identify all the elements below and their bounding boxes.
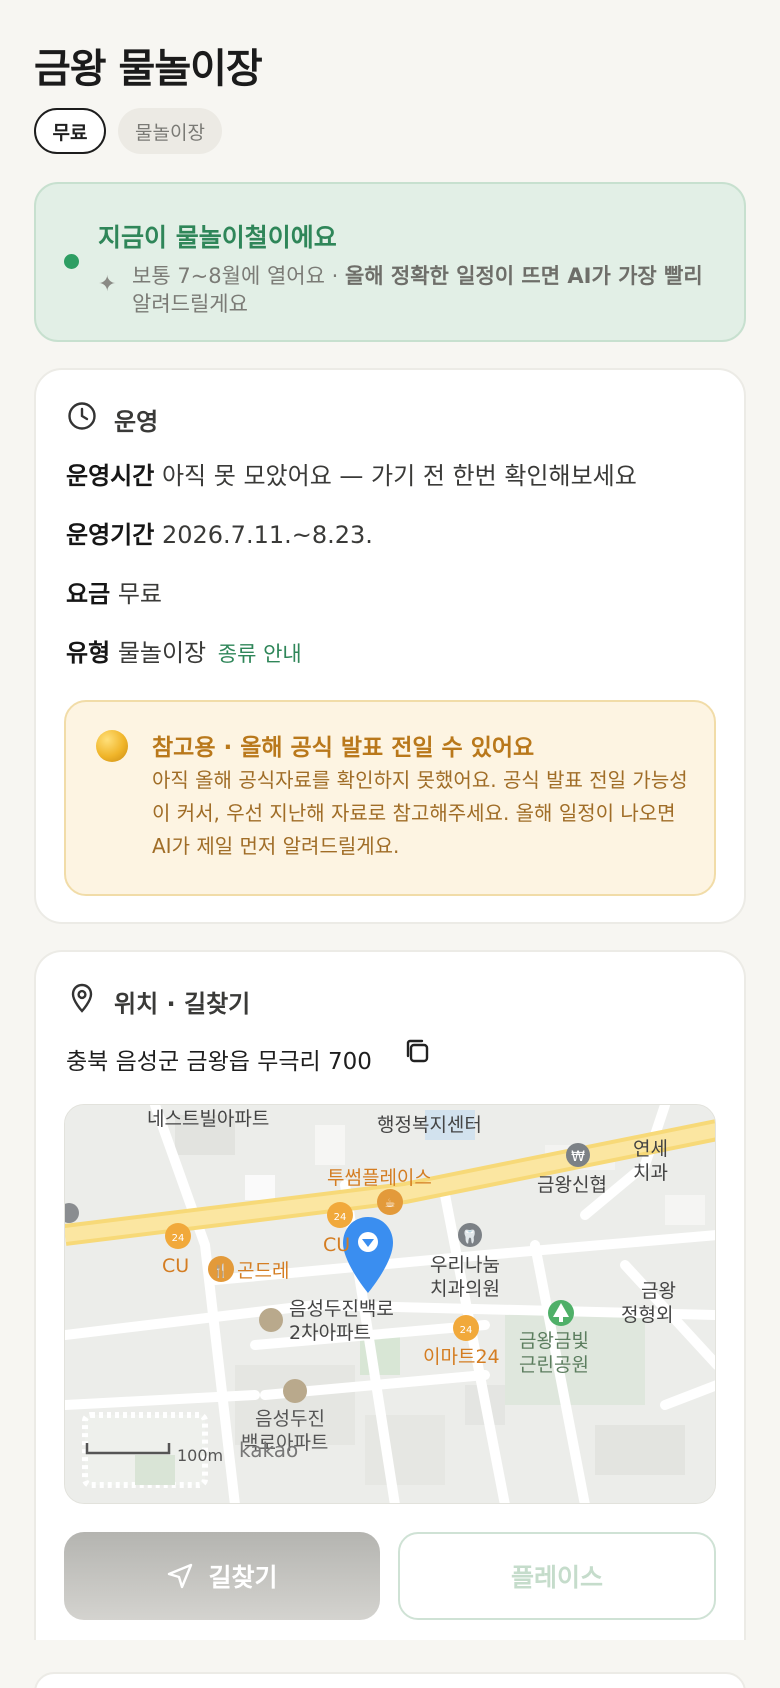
map-label-emart: 이마트24 xyxy=(423,1346,500,1368)
season-desc-suffix: 알려드릴게요 xyxy=(132,292,248,316)
map-label-apt2-1: 음성두진백로 xyxy=(289,1298,394,1320)
map-label-cu2: CU xyxy=(323,1234,350,1256)
season-banner: 지금이 물놀이철이에요 ✦ 보통 7~8월에 열어요 · 올해 정확한 일정이 … xyxy=(34,182,746,342)
map-label-dental-2: 치과의원 xyxy=(430,1278,500,1300)
copy-icon[interactable] xyxy=(402,1036,432,1066)
hours-key: 운영시간 xyxy=(66,462,155,490)
map-label-park-2: 근린공원 xyxy=(519,1354,589,1376)
address-text: 충북 음성군 금왕읍 무극리 700 xyxy=(66,1049,372,1075)
fee-chip[interactable]: 무료 xyxy=(34,108,106,154)
svg-text:🦷: 🦷 xyxy=(462,1229,478,1245)
type-key: 유형 xyxy=(66,639,111,667)
location-pin-icon xyxy=(71,983,93,1013)
svg-text:24: 24 xyxy=(172,1233,185,1244)
svg-text:24: 24 xyxy=(334,1212,347,1223)
clock-icon xyxy=(68,402,96,430)
map-label-apt1: 네스트빌아파트 xyxy=(147,1108,269,1130)
map-view[interactable]: ₩ 🦷 24 24 24 🍴 ☕ 네스트빌아파트 행정복지센터 투썸플레이스 금… xyxy=(64,1104,716,1504)
notice-title: 참고용 · 올해 공식 발표 전일 수 있어요 xyxy=(152,735,535,761)
map-label-dental-1: 우리나눔 xyxy=(430,1254,500,1276)
map-label-park-1: 금왕금빛 xyxy=(519,1330,589,1352)
map-label-cu1: CU xyxy=(162,1255,189,1277)
map-label-apt3-1: 음성두진 xyxy=(255,1408,325,1430)
period-row: 운영기간 2026.7.11.~8.23. xyxy=(66,515,373,550)
place-button-label: 플레이스 xyxy=(510,1563,603,1592)
operation-section-title: 운영 xyxy=(114,408,159,436)
map-label-center: 행정복지센터 xyxy=(377,1114,482,1136)
season-desc-bold: 올해 정확한 일정이 뜨면 AI가 가장 빨리 xyxy=(344,264,703,288)
fee-row: 요금 무료 xyxy=(66,574,162,609)
map-provider-logo: kakao xyxy=(239,1438,298,1462)
svg-text:🍴: 🍴 xyxy=(213,1263,229,1279)
period-value: 2026.7.11.~8.23. xyxy=(161,521,373,549)
next-section-card xyxy=(34,1672,746,1688)
page: 금왕 물놀이장 무료 물놀이장 지금이 물놀이철이에요 ✦ 보통 7~8월에 열… xyxy=(0,0,780,1688)
period-key: 운영기간 xyxy=(66,521,155,549)
season-description: 보통 7~8월에 열어요 · 올해 정확한 일정이 뜨면 AI가 가장 빨리 알… xyxy=(132,262,722,318)
place-button[interactable]: 플레이스 xyxy=(398,1532,716,1620)
svg-text:24: 24 xyxy=(460,1325,473,1336)
svg-text:₩: ₩ xyxy=(571,1149,585,1165)
map-scale-label: 100m xyxy=(177,1446,223,1465)
navigation-arrow-icon xyxy=(168,1563,193,1589)
navigate-button-label: 길찾기 xyxy=(208,1563,278,1592)
fee-key: 요금 xyxy=(66,580,111,608)
map-label-restaurant: 곤드레 xyxy=(237,1260,289,1282)
location-card: 위치 · 길찾기 충북 음성군 금왕읍 무극리 700 ₩ 🦷 24 24 24… xyxy=(34,950,746,1640)
map-canvas: ₩ 🦷 24 24 24 🍴 ☕ 네스트빌아파트 행정복지센터 투썸플레이스 금… xyxy=(65,1105,715,1503)
map-label-corner-2: 정형외 xyxy=(621,1304,673,1326)
type-value: 물놀이장 xyxy=(117,639,207,667)
coin-icon xyxy=(96,730,128,762)
sparkle-icon: ✦ xyxy=(98,272,117,297)
svg-text:☕: ☕ xyxy=(385,1196,396,1210)
page-title: 금왕 물놀이장 xyxy=(34,46,263,92)
hours-row: 운영시간 아직 못 모았어요 — 가기 전 한번 확인해보세요 xyxy=(66,456,637,491)
operation-card: 운영 운영시간 아직 못 모았어요 — 가기 전 한번 확인해보세요 운영기간 … xyxy=(34,368,746,924)
map-label-dental-corner-1: 연세 xyxy=(633,1138,668,1160)
type-guide-link[interactable]: 종류 안내 xyxy=(218,642,302,666)
reference-notice: 참고용 · 올해 공식 발표 전일 수 있어요 아직 올해 공식자료를 확인하지… xyxy=(64,700,716,896)
map-label-dental-corner-2: 치과 xyxy=(633,1162,668,1184)
season-desc-prefix: 보통 7~8월에 열어요 · xyxy=(132,264,345,288)
hours-value: 아직 못 모았어요 — 가기 전 한번 확인해보세요 xyxy=(161,462,637,490)
type-chip[interactable]: 물놀이장 xyxy=(118,108,222,154)
navigate-button[interactable]: 길찾기 xyxy=(64,1532,380,1620)
status-dot-icon xyxy=(64,254,79,269)
type-row: 유형 물놀이장 종류 안내 xyxy=(66,633,302,668)
map-label-apt2-2: 2차아파트 xyxy=(289,1322,371,1344)
map-label-bank: 금왕신협 xyxy=(537,1174,607,1196)
fee-value: 무료 xyxy=(117,580,162,608)
map-label-corner-1: 금왕 xyxy=(641,1280,676,1302)
location-section-title: 위치 · 길찾기 xyxy=(114,990,251,1018)
season-title: 지금이 물놀이철이에요 xyxy=(98,223,337,252)
notice-description: 아직 올해 공식자료를 확인하지 못했어요. 공식 발표 전일 가능성이 커서,… xyxy=(152,768,688,858)
map-label-cafe: 투썸플레이스 xyxy=(327,1167,432,1189)
